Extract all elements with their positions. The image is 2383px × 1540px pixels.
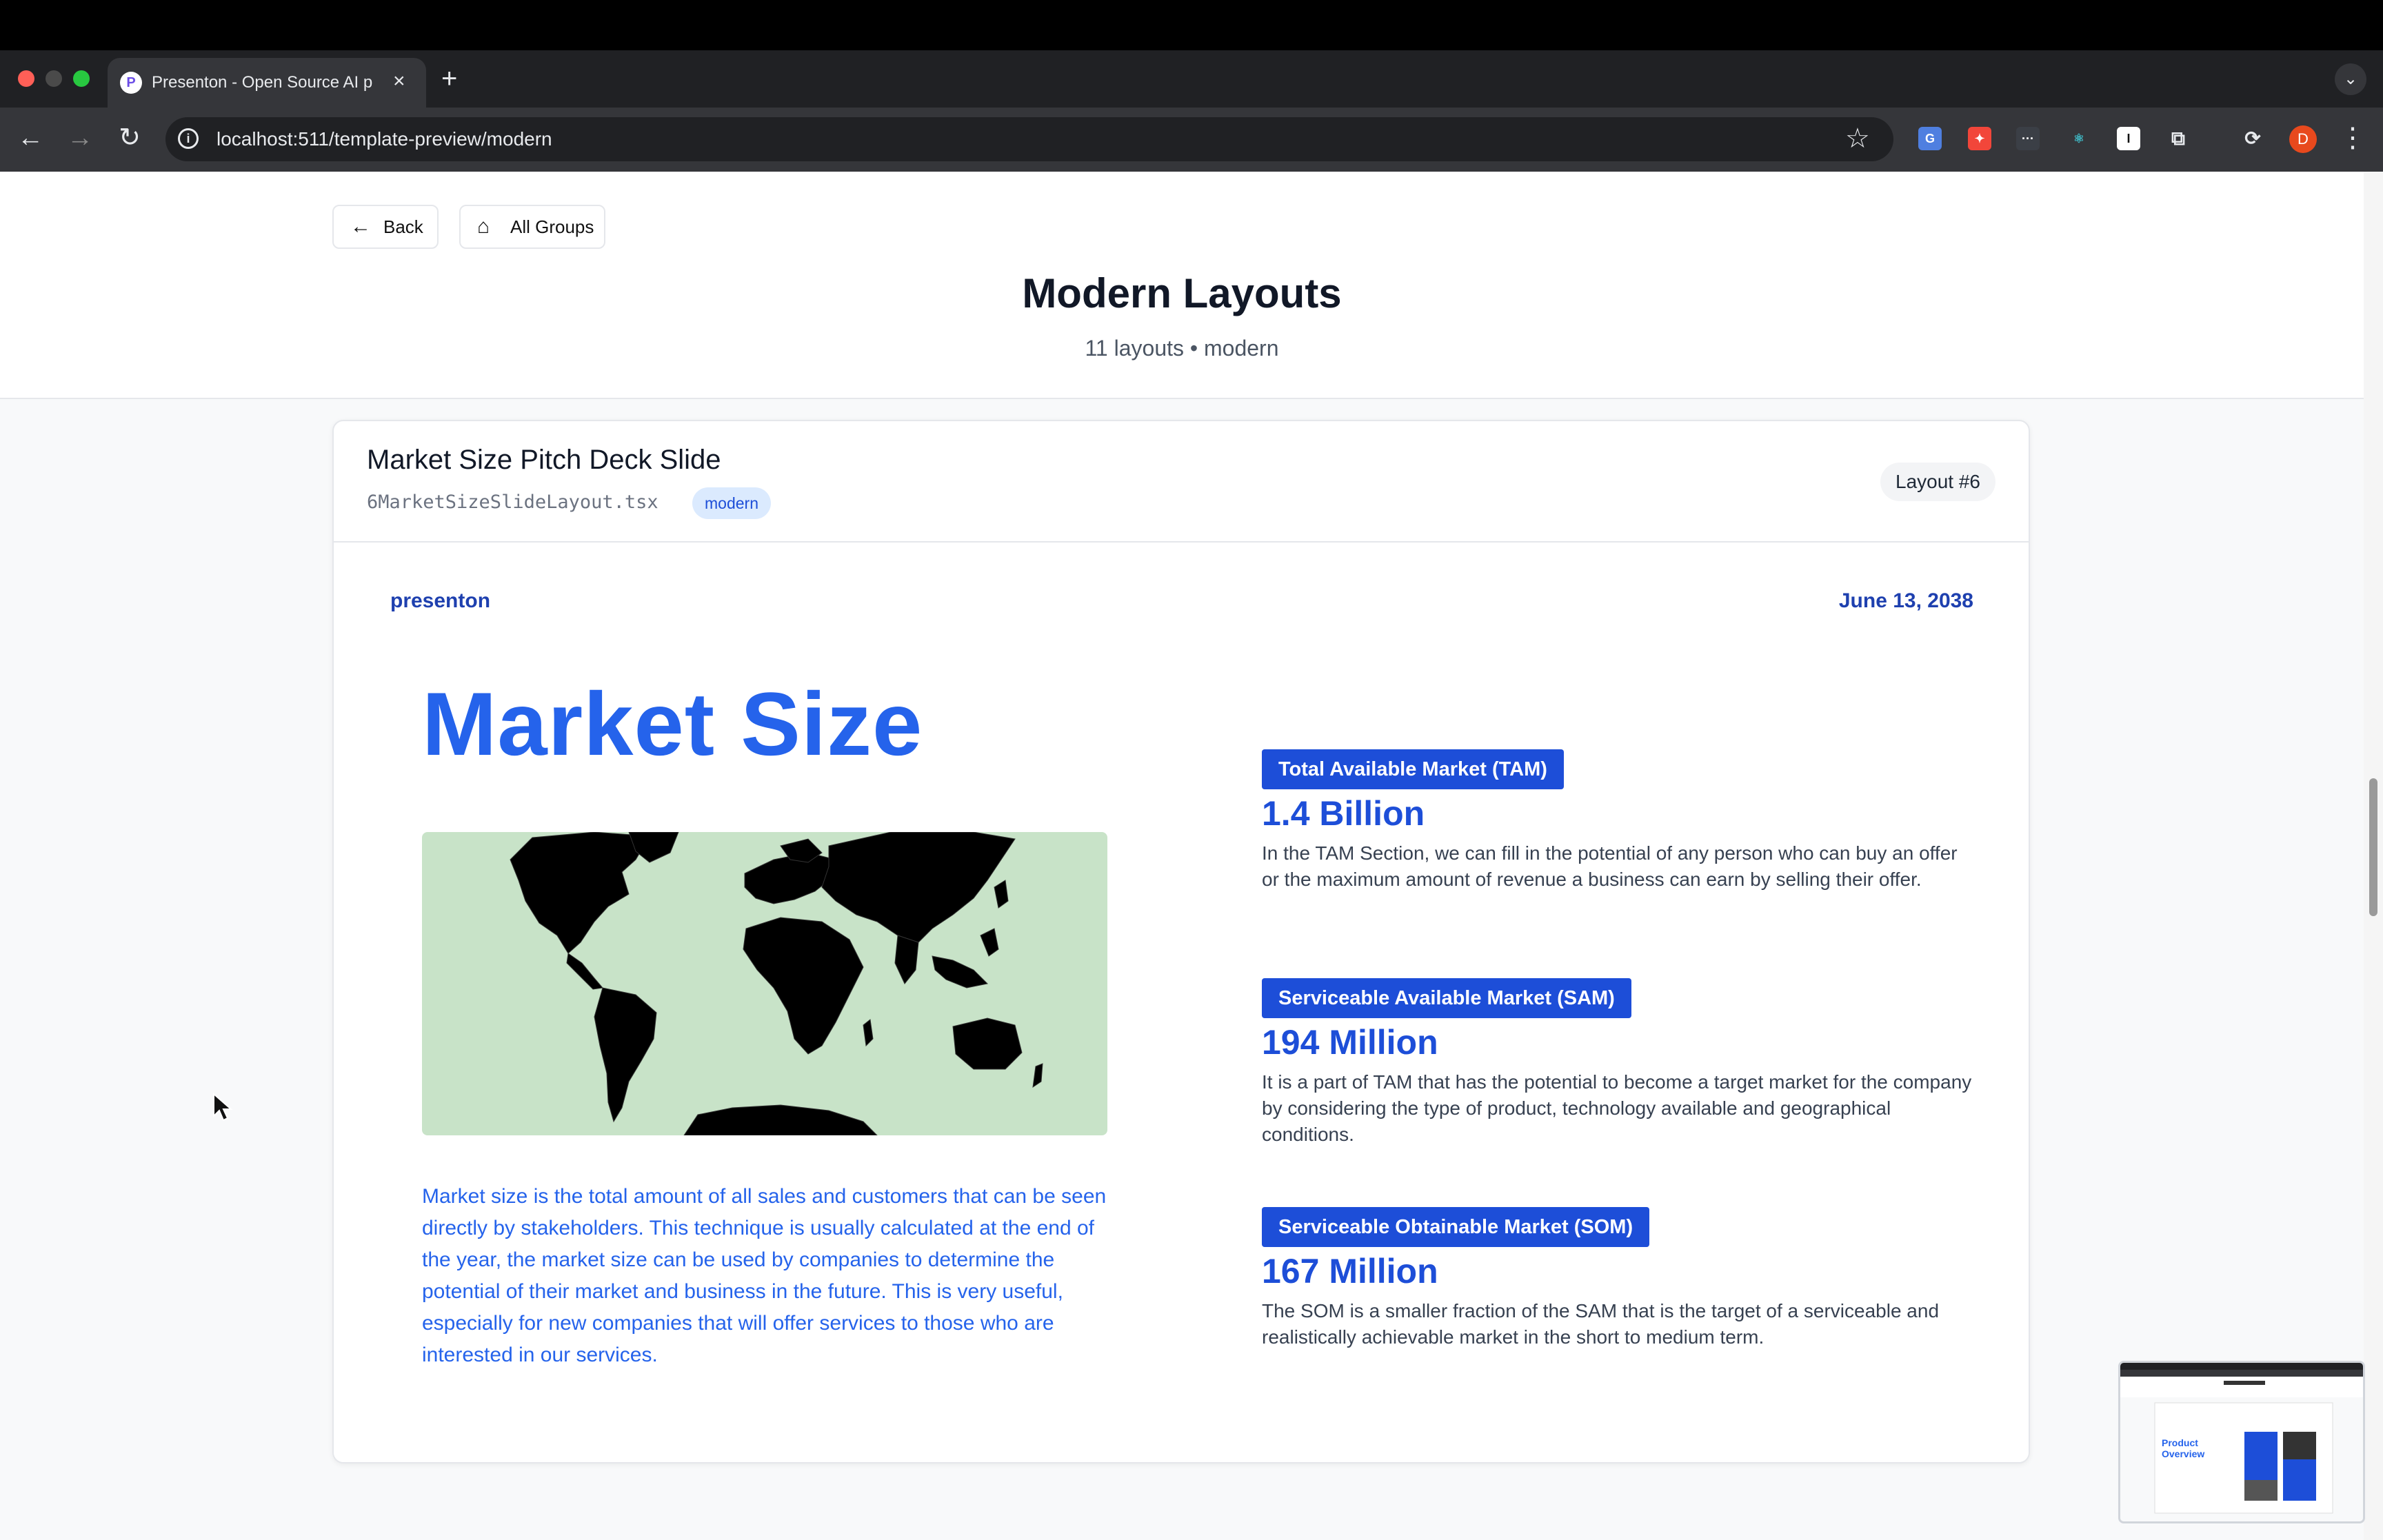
slide-preview: presenton June 13, 2038 Market Size Mark… bbox=[334, 543, 2029, 1462]
home-icon: ⌂ bbox=[477, 215, 490, 238]
address-url[interactable]: localhost:511/template-preview/modern bbox=[217, 128, 552, 150]
group-tag-badge: modern bbox=[692, 487, 771, 519]
page-header: ← Back ⌂ All Groups Modern Layouts 11 la… bbox=[0, 172, 2364, 399]
extensions-puzzle-icon[interactable]: ⧉ bbox=[2166, 127, 2190, 150]
sam-value: 194 Million bbox=[1262, 1023, 1438, 1062]
address-bar[interactable]: i localhost:511/template-preview/modern … bbox=[165, 117, 1893, 161]
layout-card: Market Size Pitch Deck Slide 6MarketSize… bbox=[332, 420, 2030, 1463]
tab-favicon-icon: P bbox=[120, 72, 142, 94]
sam-label: Serviceable Available Market (SAM) bbox=[1262, 978, 1631, 1018]
slide-brand: presenton bbox=[390, 589, 491, 612]
thumbnail-preview-image bbox=[2120, 1363, 2363, 1521]
new-tab-icon[interactable]: + bbox=[441, 63, 457, 94]
screenshot-thumbnail[interactable]: Product Overview bbox=[2118, 1361, 2365, 1523]
tam-label: Total Available Market (TAM) bbox=[1262, 749, 1564, 789]
info-extension-icon[interactable]: I bbox=[2117, 127, 2140, 150]
slide-date: June 13, 2038 bbox=[1838, 589, 1973, 612]
close-window-button[interactable] bbox=[18, 70, 34, 87]
page-viewport: ← Back ⌂ All Groups Modern Layouts 11 la… bbox=[0, 172, 2364, 1540]
react-extension-icon[interactable]: ⚛ bbox=[2067, 127, 2091, 150]
forward-arrow-icon[interactable]: → bbox=[63, 121, 97, 154]
som-description: The SOM is a smaller fraction of the SAM… bbox=[1262, 1300, 1940, 1348]
som-label: Serviceable Obtainable Market (SOM) bbox=[1262, 1207, 1650, 1247]
translate-extension-icon[interactable]: G bbox=[1918, 127, 1942, 150]
bookmark-star-icon[interactable]: ☆ bbox=[1845, 123, 1870, 154]
maximize-window-button[interactable] bbox=[73, 70, 90, 87]
page-subtitle: 11 layouts • modern bbox=[1085, 336, 1279, 361]
tab-search-chevron-icon[interactable]: ⌄ bbox=[2335, 63, 2366, 95]
all-groups-button[interactable]: ⌂ All Groups bbox=[459, 205, 605, 249]
thumbnail-title: Product Overview bbox=[2162, 1437, 2205, 1459]
mouse-cursor-icon bbox=[213, 1093, 233, 1122]
tam-description: In the TAM Section, we can fill in the p… bbox=[1262, 842, 1958, 890]
slide-title: Market Size bbox=[422, 673, 923, 774]
back-button-label: Back bbox=[383, 216, 423, 237]
layout-title: Market Size Pitch Deck Slide bbox=[367, 445, 721, 475]
world-map-icon bbox=[510, 832, 1043, 1135]
rocket-extension-icon[interactable]: ✦ bbox=[1968, 127, 1991, 150]
tam-value: 1.4 Billion bbox=[1262, 794, 1425, 833]
site-info-icon[interactable]: i bbox=[178, 128, 199, 149]
back-arrow-icon[interactable]: ← bbox=[14, 121, 47, 154]
tab-title: Presenton - Open Source AI p bbox=[152, 73, 373, 92]
arrow-left-icon: ← bbox=[350, 215, 371, 238]
world-map-image bbox=[422, 832, 1107, 1135]
layout-filename: 6MarketSizeSlideLayout.tsx bbox=[367, 492, 658, 513]
tab-close-icon[interactable]: × bbox=[393, 69, 405, 94]
page-scrollbar[interactable] bbox=[2364, 172, 2383, 1540]
all-groups-label: All Groups bbox=[510, 216, 594, 237]
minimize-window-button[interactable] bbox=[46, 70, 62, 87]
dots-extension-icon[interactable]: ··· bbox=[2016, 127, 2040, 150]
performance-icon[interactable]: ⟳ bbox=[2241, 127, 2264, 150]
back-button[interactable]: ← Back bbox=[332, 205, 439, 249]
sam-description: It is a part of TAM that has the potenti… bbox=[1262, 1071, 1972, 1145]
slide-description: Market size is the total amount of all s… bbox=[422, 1185, 1107, 1366]
som-value: 167 Million bbox=[1262, 1252, 1438, 1290]
layout-number-badge: Layout #6 bbox=[1880, 463, 1995, 501]
page-title: Modern Layouts bbox=[1022, 270, 1342, 316]
browser-menu-icon[interactable]: ⋮ bbox=[2339, 123, 2366, 153]
browser-tab[interactable]: P Presenton - Open Source AI p × bbox=[108, 58, 426, 108]
reload-icon[interactable]: ↻ bbox=[113, 121, 146, 154]
layout-card-header: Market Size Pitch Deck Slide 6MarketSize… bbox=[334, 421, 2029, 543]
profile-avatar[interactable]: D bbox=[2289, 125, 2317, 153]
scrollbar-thumb[interactable] bbox=[2369, 778, 2377, 916]
